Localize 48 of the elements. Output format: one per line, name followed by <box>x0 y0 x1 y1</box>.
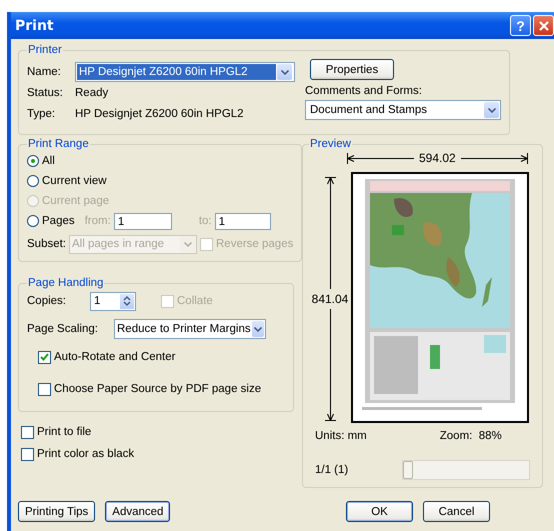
checkbox-label: Print to file <box>37 426 92 438</box>
comments-dropdown[interactable]: Document and Stamps <box>305 100 501 120</box>
dialog-button[interactable]: Cancel <box>423 501 490 522</box>
window-title: Print <box>15 18 54 34</box>
from-field[interactable]: 1 <box>114 212 172 230</box>
field-label: Copies: <box>27 295 67 307</box>
field-label: from: <box>84 215 111 227</box>
radio-label: Current page <box>42 195 110 207</box>
width-label: 594.02 <box>419 151 456 165</box>
checkbox-label: Collate <box>177 295 213 307</box>
dialog-button[interactable]: OK <box>346 501 413 522</box>
checkbox-label: Print color as black <box>37 448 134 460</box>
field-label: Comments and Forms: <box>305 85 423 97</box>
scaling-dropdown[interactable]: Reduce to Printer Margins <box>114 319 266 339</box>
type-value: HP Designjet Z6200 60in HPGL2 <box>75 108 244 120</box>
group-title: Printer <box>27 44 63 56</box>
printer-dropdown[interactable]: HP Designjet Z6200 60in HPGL2 <box>75 62 295 82</box>
field-label: to: <box>198 215 212 227</box>
checkbox-label: Auto-Rotate and Center <box>54 351 176 363</box>
radio-label: Pages <box>42 215 75 227</box>
field-label: Type: <box>27 108 56 120</box>
units-label: Units: mm <box>315 430 367 442</box>
selected-value: HP Designjet Z6200 60in HPGL2 <box>77 64 276 80</box>
group-title: Print Range <box>27 138 90 150</box>
copies-spinner[interactable]: 1 <box>90 292 136 310</box>
page-counter: 1/1 (1) <box>315 464 350 476</box>
height-label: 841.04 <box>312 292 348 306</box>
properties-button[interactable]: Properties <box>310 59 394 80</box>
radio-label: All <box>42 155 55 167</box>
dialog-button[interactable]: Printing Tips <box>18 501 96 522</box>
help-button[interactable]: ? <box>510 15 531 36</box>
status-value: Ready <box>75 87 108 99</box>
dialog-button[interactable]: Advanced <box>105 501 170 522</box>
radio-label: Current view <box>42 175 107 187</box>
group-title: Page Handling <box>27 277 104 289</box>
selected-value: Reduce to Printer Margins <box>117 323 251 335</box>
selected-value: Document and Stamps <box>310 104 427 116</box>
checkbox-label: Choose Paper Source by PDF page size <box>54 383 262 395</box>
field-label: Page Scaling: <box>27 323 99 335</box>
to-field[interactable]: 1 <box>214 212 271 230</box>
field-label: Name: <box>27 66 62 78</box>
field-label: Status: <box>27 87 64 99</box>
group-title: Preview <box>309 138 352 150</box>
field-label: Subset: <box>27 238 66 250</box>
checkbox-label: Reverse pages <box>216 238 294 250</box>
selected-value: All pages in range <box>72 238 164 250</box>
zoom-label: Zoom: 88% <box>440 430 502 442</box>
spinner-value: 1 <box>93 295 102 307</box>
